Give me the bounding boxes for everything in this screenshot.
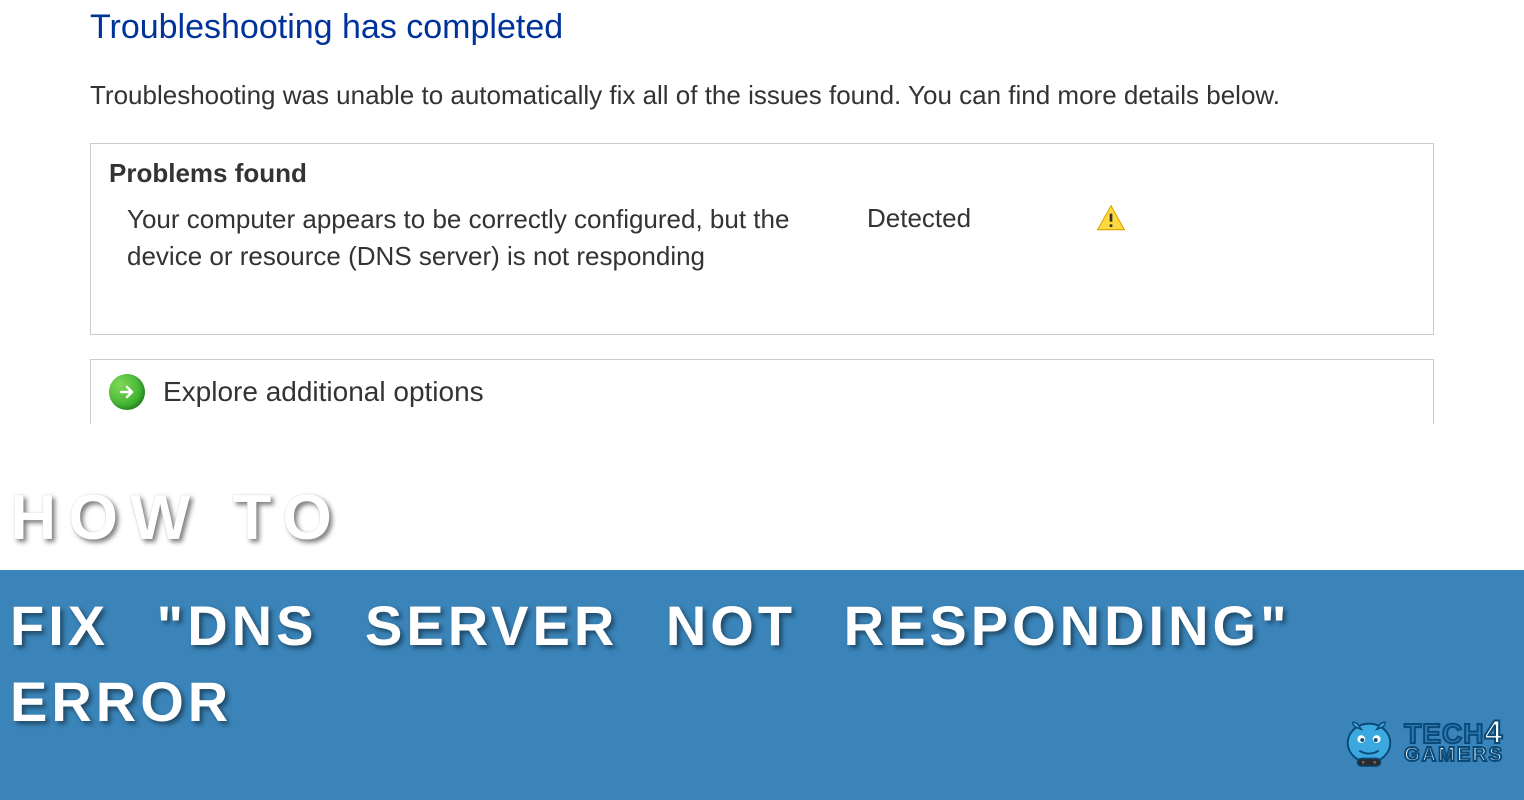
logo-brand-tech: TECH bbox=[1404, 721, 1484, 746]
logo-brand-4: 4 bbox=[1484, 718, 1503, 747]
explore-additional-options[interactable]: Explore additional options bbox=[90, 359, 1434, 424]
overlay-howto-text: HOW TO bbox=[10, 480, 344, 554]
banner-headline: FIX "DNS SERVER NOT RESPONDING" ERROR bbox=[10, 588, 1504, 739]
problems-found-box: Problems found Your computer appears to … bbox=[90, 143, 1434, 335]
troubleshoot-title: Troubleshooting has completed bbox=[90, 0, 1434, 77]
logo-text: TECH4 GAMERS bbox=[1404, 718, 1504, 765]
warning-icon bbox=[1067, 201, 1127, 235]
troubleshoot-subtitle: Troubleshooting was unable to automatica… bbox=[90, 77, 1434, 143]
problem-description: Your computer appears to be correctly co… bbox=[127, 201, 867, 274]
tech4gamers-logo: TECH4 GAMERS bbox=[1340, 712, 1504, 770]
logo-mascot-icon bbox=[1340, 712, 1398, 770]
explore-arrow-icon bbox=[109, 374, 145, 410]
article-title-banner: FIX "DNS SERVER NOT RESPONDING" ERROR TE… bbox=[0, 570, 1524, 800]
problem-status: Detected bbox=[867, 201, 1067, 234]
explore-label: Explore additional options bbox=[163, 376, 484, 408]
problems-found-header: Problems found bbox=[109, 158, 1415, 189]
problem-row[interactable]: Your computer appears to be correctly co… bbox=[109, 201, 1415, 274]
logo-brand-gamers: GAMERS bbox=[1404, 746, 1504, 764]
